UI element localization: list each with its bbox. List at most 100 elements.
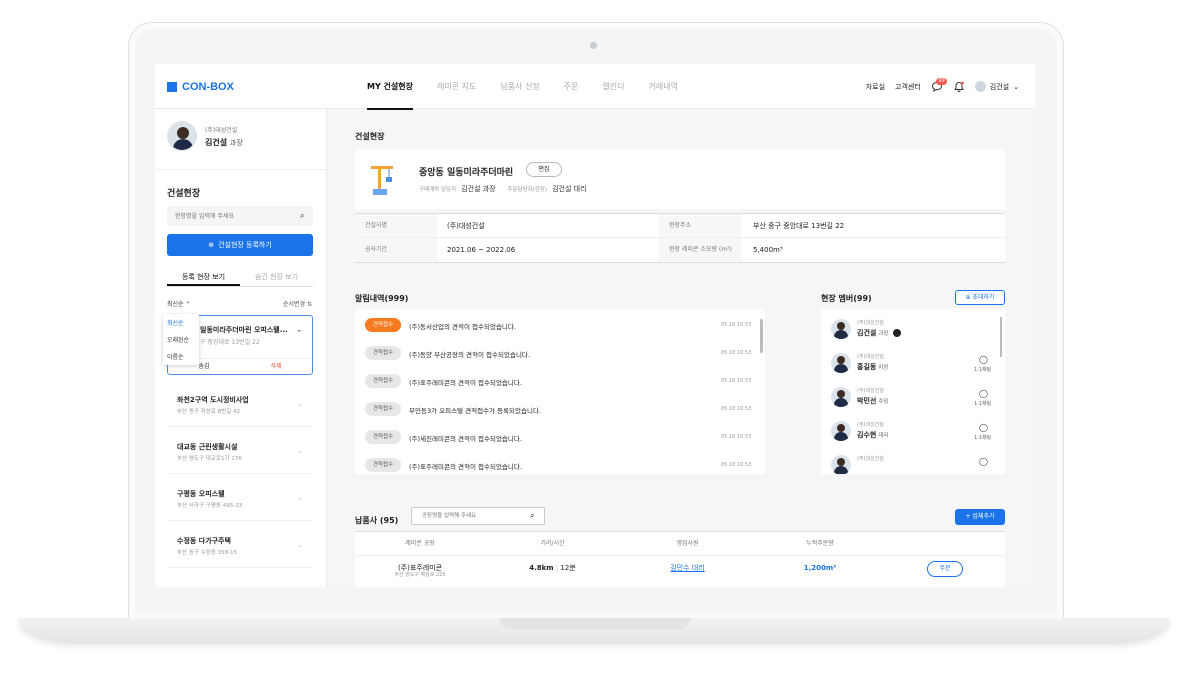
chevron-down-icon[interactable]: ⌄ [297, 494, 303, 502]
volume-label: 현장 레미콘 소모량 (m³) [659, 238, 741, 262]
customer-center-link[interactable]: 고객센터 [895, 82, 921, 92]
user-menu[interactable]: 김건설 ⌄ [974, 81, 1019, 92]
sales-cell: 김민수 대리 [620, 556, 755, 587]
chevron-up-icon[interactable]: ⌃ [296, 329, 302, 337]
col-distance: 거리/시간 [540, 540, 565, 547]
chat-bubble-icon[interactable]: ◯ [979, 355, 988, 364]
sort-menu: 최신순 오래된순 이름순 [163, 314, 199, 365]
alert-text: (주)표주레미콘의 견적이 접수되었습니다. [409, 379, 522, 387]
alert-tag: 견적접수 [365, 458, 401, 472]
purchaser-label: 구매계약 담당자 [419, 187, 457, 193]
site-summary: 중앙동 일동미라주더마린 편집 구매계약 담당자 김건설 과장 주문담당자(현장)… [355, 149, 1005, 209]
sort-option-name[interactable]: 이름순 [163, 348, 199, 365]
nav-supplier-select[interactable]: 납품사 선정 [488, 64, 551, 109]
profile-name-line: 김건설 과장 [205, 137, 243, 148]
chevron-down-icon[interactable]: ⌄ [297, 447, 303, 455]
info-row: 건설사명 (주)대성건설 현장주소 부산 중구 중앙대로 13번길 22 [355, 214, 1005, 238]
alert-time: 05.18 10:53 [721, 350, 752, 356]
member-name: 김수현 [857, 431, 877, 439]
member-company: (주)대성건설 [857, 422, 884, 428]
chat-button[interactable]: 99 [931, 77, 947, 93]
chat-bubble-icon[interactable]: ◯ [979, 457, 988, 466]
notification-button[interactable] [953, 81, 965, 93]
site-card[interactable]: 대교동 근린생활시설 부산 영도구 대교로1가 176 ⌄ [167, 432, 313, 474]
order-button[interactable]: 주문 [927, 561, 963, 577]
register-site-button[interactable]: ⊕ 건설현장 등록하기 [167, 234, 313, 256]
nav-order[interactable]: 주문 [552, 64, 591, 109]
site-card-title: 구평동 오피스텔 [177, 490, 225, 498]
tab-registered-sites[interactable]: 등록 현장 보기 [167, 269, 240, 286]
user-avatar [974, 81, 986, 92]
reorder-button[interactable]: 순서변경 ⇅ [283, 299, 312, 308]
search-icon[interactable]: ⌕ [300, 211, 304, 221]
members-scrollbar[interactable] [1000, 317, 1002, 357]
site-card[interactable]: 좌천2구역 도시정비사업 부산 동구 자성로 8번길 42 ⌄ [167, 385, 313, 427]
period-value: 2021.06 ~ 2022.06 [447, 246, 516, 254]
nav-calendar[interactable]: 캘린더 [590, 64, 636, 109]
member-company: (주)대성건설 [857, 320, 884, 326]
chevron-down-icon[interactable]: ⌄ [297, 400, 303, 408]
tab-hidden-sites[interactable]: 숨긴 현장 보기 [240, 269, 313, 286]
invite-button[interactable]: ⊕ 초대하기 [955, 290, 1005, 305]
chat-label[interactable]: 1:1채팅 [974, 400, 991, 407]
period-label: 공사기간 [355, 238, 437, 262]
alert-item[interactable]: 견적접수 (주)표주레미콘의 견적이 접수되었습니다. 05.18 10:53 [365, 458, 755, 474]
site-card[interactable]: 구평동 오피스텔 부산 사하구 구평동 495-23 ⌄ [167, 479, 313, 521]
crane-icon [371, 166, 393, 195]
alerts-scrollbar[interactable] [760, 319, 763, 353]
chat-bubble-icon[interactable]: ◯ [979, 389, 988, 398]
col-total: 누적주문량 [806, 540, 834, 547]
member-item[interactable]: (주)대성건설 박민선 주임 ◯ 1:1채팅 [831, 383, 1001, 413]
distance-cell: 4.8km | 12분 [529, 564, 576, 572]
member-item[interactable]: (주)대성건설 홍길동 차장 ◯ 1:1채팅 [831, 349, 1001, 379]
alert-time: 05.18 10:53 [721, 378, 752, 384]
nav-transactions[interactable]: 거래내역 [637, 64, 690, 109]
member-item[interactable]: (주)대성건설 김건설 과장 [831, 315, 1001, 345]
alert-item[interactable]: 견적접수 (주)표주레미콘의 견적이 접수되었습니다. 05.18 10:53 [365, 374, 755, 390]
alert-text: 부민동3가 오피스텔 견적접수가 등록되었습니다. [409, 407, 542, 415]
delete-site-button[interactable]: 삭제 [240, 359, 312, 374]
alert-time: 05.18 10:53 [721, 406, 752, 412]
table-row: (주)표주레미콘 부산 영도구 해광로 225 4.8km | 12분 김민수 대… [355, 556, 1005, 587]
alert-item[interactable]: 견적접수 부민동3가 오피스텔 견적접수가 등록되었습니다. 05.18 10:… [365, 402, 755, 418]
member-name-line: 김수현 대리 [857, 430, 888, 440]
site-tabs: 등록 현장 보기 숨긴 현장 보기 [167, 269, 313, 287]
alert-item[interactable]: 견적접수 (주)동양 부산공장의 견적이 접수되었습니다. 05.18 10:5… [365, 346, 755, 362]
member-item[interactable]: (주)대성건설 김수현 대리 ◯ 1:1채팅 [831, 417, 1001, 447]
sort-dropdown[interactable]: 최신순 ⌃ [167, 299, 191, 308]
sort-option-latest[interactable]: 최신순 [163, 314, 199, 331]
site-search-input[interactable] [167, 206, 313, 226]
alerts-title: 알림내역(999) [355, 294, 409, 303]
site-info-table: 건설사명 (주)대성건설 현장주소 부산 중구 중앙대로 13번길 22 공사기… [355, 213, 1005, 263]
site-card[interactable]: 수정동 다가구주택 부산 동구 수정동 358-15 ⌄ [167, 526, 313, 568]
alerts-list: 견적접수 (주)동서산업의 견적이 접수되었습니다. 05.18 10:53 견… [355, 309, 765, 474]
search-icon[interactable]: ⌕ [530, 511, 534, 521]
nav-remicon-map[interactable]: 레미콘 지도 [425, 64, 488, 109]
sort-option-oldest[interactable]: 오래된순 [163, 331, 199, 348]
site-card-address: 부산 영도구 대교로1가 176 [177, 456, 242, 462]
chat-label[interactable]: 1:1채팅 [974, 366, 991, 373]
supplier-search-input[interactable] [411, 507, 545, 525]
alert-item[interactable]: 견적접수 (주)세진레미콘의 견적이 접수되었습니다. 05.18 10:53 [365, 430, 755, 446]
chat-label[interactable]: 1:1채팅 [974, 434, 991, 441]
member-rank: 대리 [878, 433, 889, 439]
resources-link[interactable]: 자료실 [866, 82, 885, 92]
add-supplier-button[interactable]: + 업체추가 [955, 509, 1005, 525]
edit-site-button[interactable]: 편집 [526, 162, 562, 177]
register-site-label: 건설현장 등록하기 [218, 241, 272, 249]
sales-rep-link[interactable]: 김민수 대리 [670, 564, 704, 572]
site-name: 중앙동 일동미라주더마린 [419, 168, 514, 178]
alert-item[interactable]: 견적접수 (주)동서산업의 견적이 접수되었습니다. 05.18 10:53 [365, 318, 755, 334]
total-cell: 1,200m³ [755, 556, 885, 587]
top-navigation-bar: CON-BOX MY 건설현장 레미콘 지도 납품사 선정 주문 캘린더 거래내… [155, 64, 1035, 110]
chevron-down-icon[interactable]: ⌄ [297, 541, 303, 549]
member-avatar [831, 353, 851, 373]
logo[interactable]: CON-BOX [167, 81, 234, 93]
builder-label: 건설사명 [355, 214, 437, 237]
member-name: 홍길동 [857, 363, 877, 371]
member-item[interactable]: (주)대성건설 ◯ [831, 451, 1001, 474]
chat-bubble-icon[interactable]: ◯ [979, 423, 988, 432]
nav-my-site[interactable]: MY 건설현장 [355, 64, 425, 110]
members-title: 현장 멤버(99) [821, 294, 872, 303]
suppliers-title: 납품사 (95) [355, 516, 399, 525]
